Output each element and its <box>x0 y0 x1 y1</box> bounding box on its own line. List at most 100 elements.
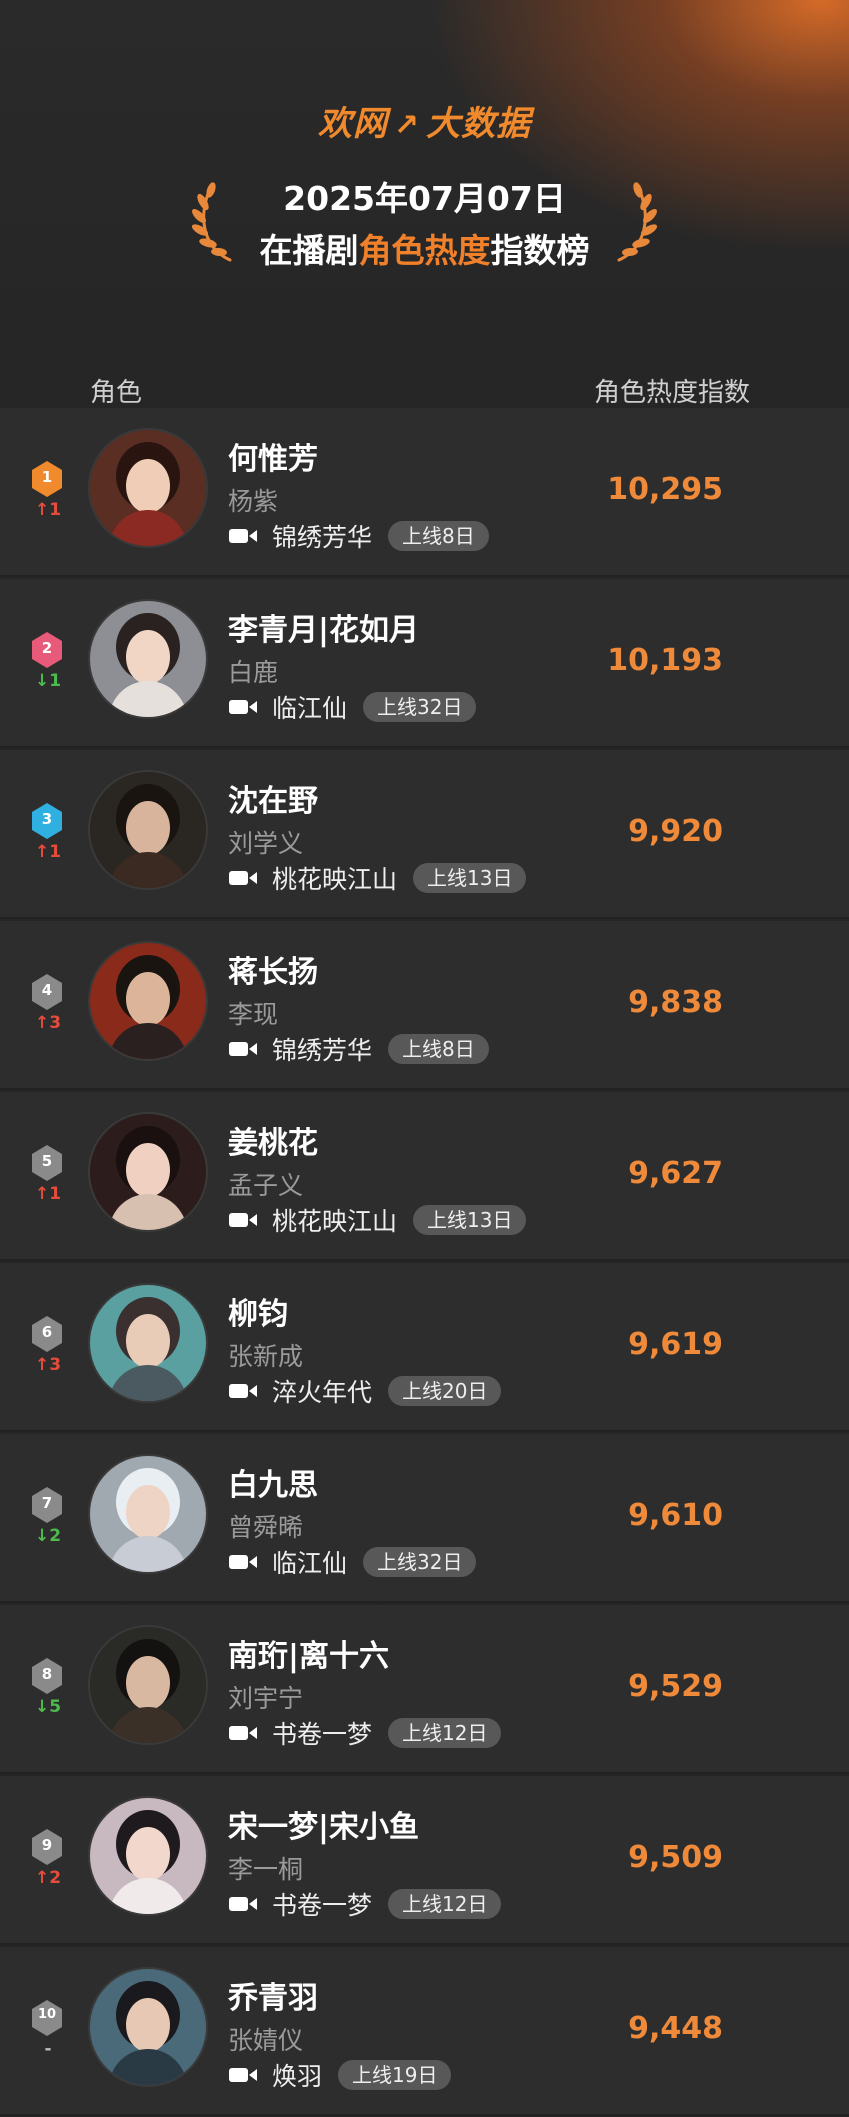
ranking-row-10[interactable]: 10 - 乔青羽 张婧仪 焕羽 上线19日 9,448 <box>0 1947 849 2116</box>
column-role-label: 角色 <box>90 378 143 408</box>
heat-index-score: 9,610 <box>628 1498 723 1533</box>
rank-badge: 7 <box>30 1486 64 1524</box>
rank-change: ↑1 <box>34 500 62 520</box>
rank-number: 10 <box>37 2007 57 2022</box>
role-name: 何惟芳 <box>228 442 318 477</box>
days-on-air-badge: 上线8日 <box>388 521 489 551</box>
rank-badge: 5 <box>30 1144 64 1182</box>
actor-name: 刘宇宁 <box>228 1684 304 1713</box>
rank-change: ↓1 <box>34 671 62 691</box>
avatar-portrait-icon <box>90 430 206 546</box>
rank-number: 7 <box>41 1494 53 1512</box>
heat-index-score: 9,619 <box>628 1327 723 1362</box>
brand-left-text: 欢网 <box>317 104 388 144</box>
rank-badge: 2 <box>30 631 64 669</box>
avatar <box>88 599 208 719</box>
drama-title[interactable]: 焕羽 <box>272 2057 322 2093</box>
rank-number: 1 <box>41 468 53 486</box>
avatar-portrait-icon <box>90 1798 206 1914</box>
rank-badge: 4 <box>30 973 64 1011</box>
role-name: 蒋长扬 <box>228 955 318 990</box>
rank-number: 2 <box>41 639 53 657</box>
ranking-row-4[interactable]: 4 ↑3 蒋长扬 李现 锦绣芳华 上线8日 9,838 <box>0 921 849 1090</box>
video-camera-icon <box>229 871 257 885</box>
role-name: 柳钧 <box>228 1297 288 1332</box>
avatar <box>88 428 208 548</box>
days-on-air-badge: 上线8日 <box>388 1034 489 1064</box>
days-on-air-badge: 上线13日 <box>413 863 527 893</box>
brand-logo: 欢网 ↗ 大数据 <box>0 96 849 145</box>
drama-title[interactable]: 临江仙 <box>272 689 347 725</box>
rank-badge: 9 <box>30 1828 64 1866</box>
days-on-air-badge: 上线19日 <box>338 2060 452 2090</box>
actor-name: 李现 <box>228 1000 279 1029</box>
drama-title[interactable]: 桃花映江山 <box>272 860 397 896</box>
avatar-portrait-icon <box>90 1627 206 1743</box>
avatar-portrait-icon <box>90 772 206 888</box>
role-name: 南珩|离十六 <box>228 1639 389 1674</box>
ranking-row-6[interactable]: 6 ↑3 柳钧 张新成 淬火年代 上线20日 9,619 <box>0 1263 849 1432</box>
video-camera-icon <box>229 2068 257 2082</box>
avatar <box>88 941 208 1061</box>
avatar-portrait-icon <box>90 601 206 717</box>
avatar <box>88 1967 208 2087</box>
drama-title[interactable]: 锦绣芳华 <box>272 518 372 554</box>
rank-change: ↓5 <box>34 1697 62 1717</box>
role-name: 宋一梦|宋小鱼 <box>228 1810 419 1845</box>
rank-badge: 10 <box>30 1999 64 2037</box>
rank-number: 8 <box>41 1665 53 1683</box>
rank-change: ↑1 <box>34 1184 62 1204</box>
rank-change: ↑2 <box>34 1868 62 1888</box>
drama-title[interactable]: 桃花映江山 <box>272 1202 397 1238</box>
ranking-date: 2025年07月07日 <box>283 179 566 218</box>
role-name: 沈在野 <box>228 784 318 819</box>
video-camera-icon <box>229 1384 257 1398</box>
drama-title[interactable]: 书卷一梦 <box>272 1715 372 1751</box>
avatar-portrait-icon <box>90 1456 206 1572</box>
avatar <box>88 1283 208 1403</box>
column-header: 角色 角色热度指数 <box>0 372 849 408</box>
heat-index-score: 10,193 <box>607 643 723 678</box>
ranking-row-9[interactable]: 9 ↑2 宋一梦|宋小鱼 李一桐 书卷一梦 上线12日 9,509 <box>0 1776 849 1945</box>
drama-title[interactable]: 锦绣芳华 <box>272 1031 372 1067</box>
actor-name: 曾舜晞 <box>228 1513 304 1542</box>
rank-badge: 3 <box>30 802 64 840</box>
avatar <box>88 1112 208 1232</box>
rank-change: - <box>44 2039 52 2059</box>
ranking-row-5[interactable]: 5 ↑1 姜桃花 孟子义 桃花映江山 上线13日 9,627 <box>0 1092 849 1261</box>
avatar-portrait-icon <box>90 1114 206 1230</box>
ranking-row-2[interactable]: 2 ↓1 李青月|花如月 白鹿 临江仙 上线32日 10,193 <box>0 579 849 748</box>
days-on-air-badge: 上线12日 <box>388 1718 502 1748</box>
days-on-air-badge: 上线32日 <box>363 692 477 722</box>
heat-index-score: 9,529 <box>628 1669 723 1704</box>
drama-info: 临江仙 上线32日 <box>228 689 477 725</box>
drama-info: 临江仙 上线32日 <box>228 1544 477 1580</box>
title-prefix: 在播剧 <box>259 231 359 270</box>
actor-name: 李一桐 <box>228 1855 304 1884</box>
title-block: 2025年07月07日 在播剧角色热度指数榜 <box>0 168 849 278</box>
actor-name: 刘学义 <box>228 829 304 858</box>
drama-title[interactable]: 淬火年代 <box>272 1373 372 1409</box>
ranking-page: 欢网 ↗ 大数据 2025年07月07日 在播剧角色热度指数榜 角色 角色热度指… <box>0 0 849 2117</box>
ranking-row-8[interactable]: 8 ↓5 南珩|离十六 刘宇宁 书卷一梦 上线12日 9,529 <box>0 1605 849 1774</box>
days-on-air-badge: 上线12日 <box>388 1889 502 1919</box>
drama-info: 焕羽 上线19日 <box>228 2057 452 2093</box>
ranking-row-3[interactable]: 3 ↑1 沈在野 刘学义 桃花映江山 上线13日 9,920 <box>0 750 849 919</box>
ranking-row-1[interactable]: 1 ↑1 何惟芳 杨紫 锦绣芳华 上线8日 10,295 <box>0 408 849 577</box>
avatar <box>88 1454 208 1574</box>
brand-right-text: 大数据 <box>426 104 532 144</box>
video-camera-icon <box>229 1213 257 1227</box>
drama-title[interactable]: 临江仙 <box>272 1544 347 1580</box>
title-suffix: 指数榜 <box>490 231 590 270</box>
rank-change: ↑1 <box>34 842 62 862</box>
actor-name: 杨紫 <box>228 487 279 516</box>
video-camera-icon <box>229 1042 257 1056</box>
drama-title[interactable]: 书卷一梦 <box>272 1886 372 1922</box>
rank-change: ↑3 <box>34 1355 62 1375</box>
avatar-portrait-icon <box>90 1969 206 2085</box>
drama-info: 锦绣芳华 上线8日 <box>228 1032 489 1066</box>
ranking-row-7[interactable]: 7 ↓2 白九思 曾舜晞 临江仙 上线32日 9,610 <box>0 1434 849 1603</box>
avatar-portrait-icon <box>90 943 206 1059</box>
video-camera-icon <box>229 529 257 543</box>
rank-number: 6 <box>41 1323 53 1341</box>
